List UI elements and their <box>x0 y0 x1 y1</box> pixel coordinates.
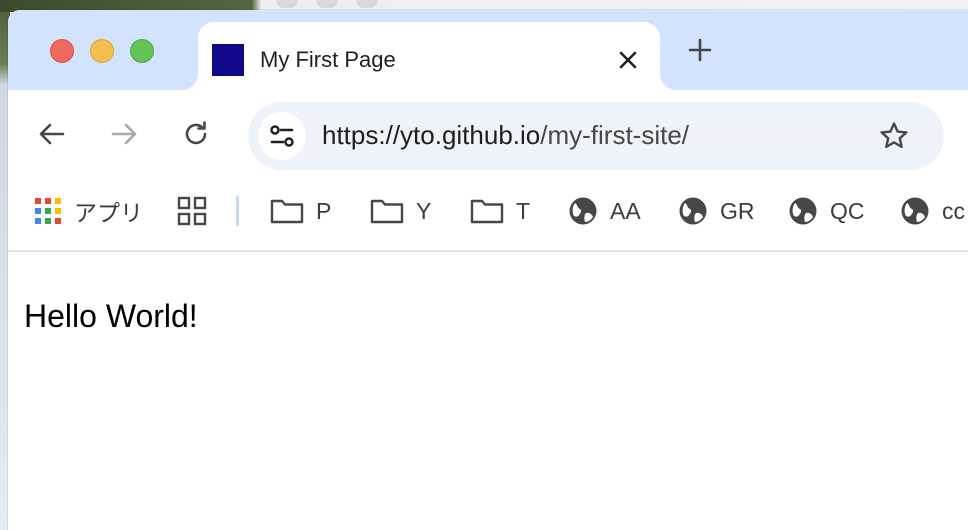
bookmark-label: cc <box>942 197 965 224</box>
bookmark-folder-y[interactable]: Y <box>370 194 431 228</box>
globe-icon <box>679 197 707 225</box>
bookmark-gr[interactable]: GR <box>678 194 755 228</box>
bookmark-label: P <box>316 197 332 224</box>
bookmark-label: Y <box>416 197 432 224</box>
favicon <box>212 44 244 76</box>
background-window-button <box>316 0 338 8</box>
globe-icon <box>901 197 929 225</box>
bookmark-label: GR <box>720 197 755 224</box>
tab-groups-icon <box>177 196 207 226</box>
url-path: /my-first-site/ <box>540 120 690 150</box>
background-window-button <box>356 0 378 8</box>
tab-groups-button[interactable] <box>176 194 208 228</box>
bookmark-label: T <box>516 197 531 224</box>
back-arrow-icon[interactable] <box>36 118 68 150</box>
folder-icon <box>470 199 504 224</box>
new-tab-icon[interactable] <box>686 36 714 64</box>
minimize-window-button[interactable] <box>90 39 114 63</box>
address-bar[interactable]: https://yto.github.io/my-first-site/ <box>248 102 944 170</box>
bookmark-cc[interactable]: cc <box>900 194 965 228</box>
apps-grid-icon <box>35 198 61 224</box>
tab-title: My First Page <box>260 47 396 72</box>
bookmarks-bar: アプリ P Y T AA GR QC cc <box>8 170 968 252</box>
hello-world-text: Hello World! <box>24 298 198 334</box>
tab-strip: My First Page <box>8 10 968 90</box>
bookmark-qc[interactable]: QC <box>788 194 865 228</box>
browser-window: My First Page https://yto.github.io/my-f… <box>8 10 968 530</box>
bookmarks-separator <box>236 196 239 226</box>
reload-icon[interactable] <box>180 118 212 150</box>
bookmark-label: QC <box>830 197 865 224</box>
toolbar: https://yto.github.io/my-first-site/ <box>8 90 968 170</box>
close-window-button[interactable] <box>50 39 74 63</box>
folder-icon <box>370 199 404 224</box>
globe-icon <box>569 197 597 225</box>
folder-icon <box>270 199 304 224</box>
zoom-window-button[interactable] <box>130 39 154 63</box>
bookmark-folder-t[interactable]: T <box>470 194 530 228</box>
url-text: https://yto.github.io/my-first-site/ <box>322 120 689 151</box>
forward-arrow-icon[interactable] <box>108 118 140 150</box>
site-info-button[interactable] <box>258 112 306 160</box>
bookmark-star-icon[interactable] <box>878 120 910 152</box>
bookmark-apps[interactable]: アプリ <box>34 194 143 228</box>
url-host: https://yto.github.io <box>322 120 541 150</box>
bookmark-label: AA <box>610 197 641 224</box>
globe-icon <box>789 197 817 225</box>
background-window-button <box>276 0 298 8</box>
bookmark-aa[interactable]: AA <box>568 194 641 228</box>
page-content: Hello World! <box>8 252 968 530</box>
tab-my-first-page[interactable]: My First Page <box>198 22 660 90</box>
bookmark-label: アプリ <box>74 200 143 226</box>
tune-icon <box>270 125 294 147</box>
close-tab-icon[interactable] <box>616 48 640 72</box>
bookmark-folder-p[interactable]: P <box>270 194 331 228</box>
